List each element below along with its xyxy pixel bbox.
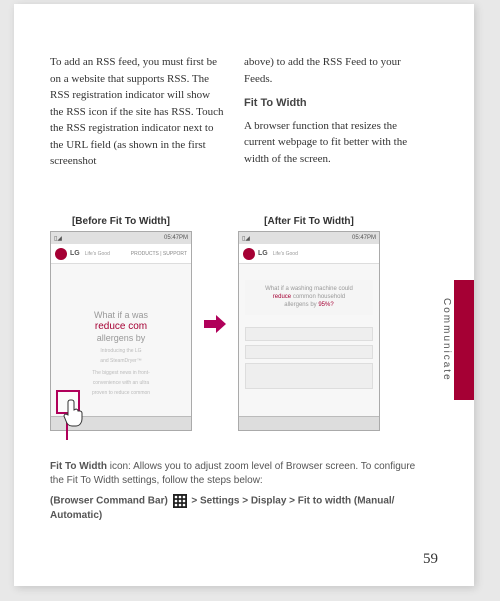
fit-to-width-heading: Fit To Width [244,95,418,112]
after-content-blocks [245,327,373,389]
before-page-body: What if a was reduce com allergens by In… [51,264,191,402]
side-tab-label: Communicate [438,280,452,400]
before-hero-line2: reduce com [57,321,185,333]
content-area: To add an RSS feed, you must first be on… [50,54,418,176]
content-block [245,363,373,389]
before-phone-screenshot: ▯◢ 05:47PM LG Life's Good PRODUCTS | SUP… [50,231,192,431]
footnote-block: Fit To Width icon: Allows you to adjust … [50,460,418,529]
left-column: To add an RSS feed, you must first be on… [50,54,224,176]
footnote-description: Fit To Width icon: Allows you to adjust … [50,460,418,488]
before-sub-line3: The biggest news in front- [57,370,185,376]
pointing-hand-icon [62,398,86,428]
content-block [245,345,373,359]
lg-slogan: Life's Good [273,251,298,257]
fit-to-width-description: A browser function that resizes the curr… [244,118,418,168]
browser-command-bar [239,416,379,430]
two-column-text: To add an RSS feed, you must first be on… [50,54,418,176]
content-block [245,327,373,341]
status-time: 05:47PM [352,235,376,241]
after-hero-l2-rest: common household [291,294,345,300]
footnote-path: (Browser Command Bar) > Settings > Displ… [50,494,418,523]
lg-logo-icon [55,248,67,260]
command-bar-label: (Browser Command Bar) [50,496,171,507]
before-screenshot-block: [Before Fit To Width] ▯◢ 05:47PM LG Life… [50,216,192,431]
right-column: above) to add the RSS Feed to your Feeds… [244,54,418,176]
lg-slogan: Life's Good [85,251,110,257]
after-hero-line3: allergens by 95%? [251,302,367,310]
after-screenshot-block: [After Fit To Width] ▯◢ 05:47PM LG Life'… [238,216,380,431]
lg-logo-icon [243,248,255,260]
status-bar: ▯◢ 05:47PM [51,232,191,244]
browser-header: LG Life's Good [239,244,379,264]
before-hero-line1: What if a was [57,310,185,321]
lg-brand-text: LG [70,250,80,257]
after-label: [After Fit To Width] [238,216,380,227]
grid-menu-icon [173,494,187,508]
signal-icon: ▯◢ [242,235,250,242]
before-sub-line2: and SteamDryer™ [57,358,185,364]
before-sub-line1: Introducing the LG [57,348,185,354]
arrow-icon [204,315,226,333]
after-hero-line2: reduce common household [251,294,367,302]
before-hero-line3: allergens by [57,333,185,344]
after-hero-percent: 95%? [318,302,333,308]
before-label: [Before Fit To Width] [50,216,192,227]
browser-header: LG Life's Good PRODUCTS | SUPPORT [51,244,191,264]
rss-continuation: above) to add the RSS Feed to your Feeds… [244,54,418,87]
after-hero-text: What if a washing machine could reduce c… [245,280,373,315]
before-hero-text: What if a was reduce com allergens by In… [57,310,185,396]
side-tab-accent [454,280,474,400]
after-hero-reduce: reduce [273,294,291,300]
fit-to-width-term: Fit To Width [50,461,107,472]
site-nav-tabs: PRODUCTS | SUPPORT [131,251,187,257]
fit-to-width-callout [56,390,96,440]
after-page-body: What if a washing machine could reduce c… [239,264,379,399]
signal-icon: ▯◢ [54,235,62,242]
status-time: 05:47PM [164,235,188,241]
lg-brand-text: LG [258,250,268,257]
after-hero-line1: What if a washing machine could [251,286,367,294]
rss-paragraph: To add an RSS feed, you must first be on… [50,54,224,170]
status-bar: ▯◢ 05:47PM [239,232,379,244]
after-hero-l3-pre: allergens by [284,302,318,308]
after-phone-screenshot: ▯◢ 05:47PM LG Life's Good What if a wash… [238,231,380,431]
before-sub-line4: convenience with an ultra [57,380,185,386]
manual-page: Communicate To add an RSS feed, you must… [14,4,474,586]
screenshot-row: [Before Fit To Width] ▯◢ 05:47PM LG Life… [50,216,420,431]
page-number: 59 [423,551,438,568]
